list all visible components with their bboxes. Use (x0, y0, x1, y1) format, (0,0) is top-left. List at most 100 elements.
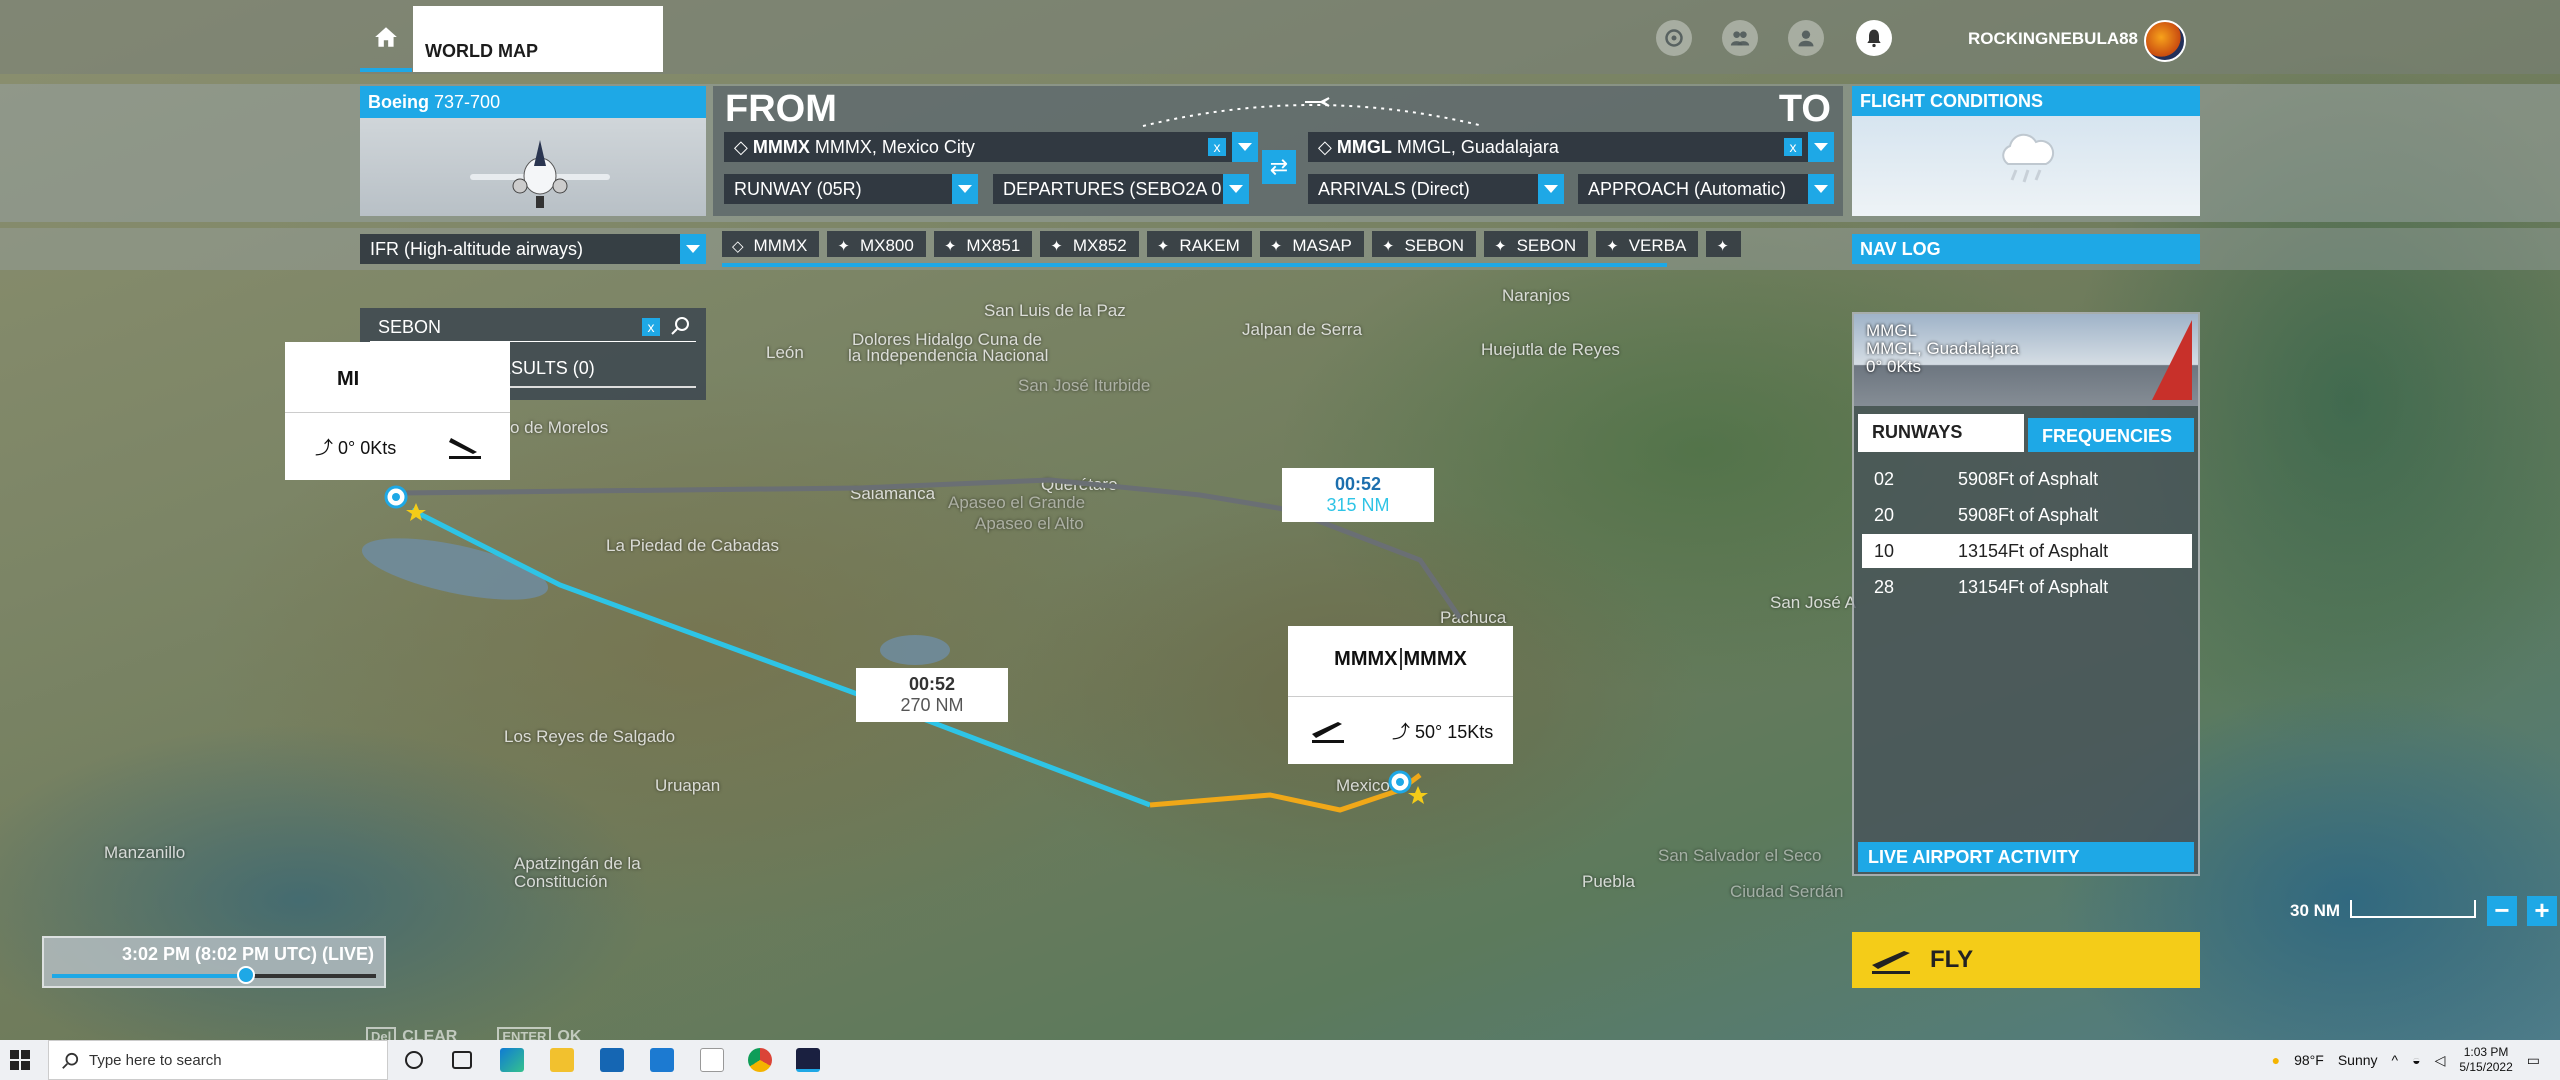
waypoint-item[interactable]: ◇ MMMX (722, 231, 820, 257)
notifications-button[interactable] (1856, 20, 1892, 56)
clear-search-button[interactable]: x (642, 318, 660, 336)
sun-icon: ● (2271, 1052, 2281, 1068)
waypoint-item-more[interactable]: ✦ (1706, 231, 1741, 257)
tab-runways[interactable]: RUNWAYS (1858, 414, 2024, 452)
map-scale-bar (2350, 900, 2476, 918)
notification-center-icon[interactable]: ▭ (2527, 1052, 2540, 1069)
waypoint-label: MX800 (859, 235, 914, 255)
volume-icon[interactable]: ◁ (2435, 1052, 2446, 1069)
taskbar-search-input[interactable]: Type here to search (48, 1040, 388, 1080)
approach-value: APPROACH (Automatic) (1588, 179, 1787, 199)
search-icon[interactable] (670, 316, 690, 336)
swap-airports-button[interactable]: ⇄ (1262, 150, 1296, 184)
to-label: TO (1778, 88, 1831, 130)
clear-arrival-button[interactable]: x (1784, 138, 1802, 156)
tab-world-map[interactable]: WORLD MAP (413, 6, 663, 72)
time-slider-handle[interactable] (237, 966, 256, 984)
runway-row[interactable]: 02 5908Ft of Asphalt (1862, 462, 2192, 496)
waypoint-icon: ✦ (837, 237, 850, 255)
waypoint-item[interactable]: ✦ MX852 (1040, 231, 1139, 257)
flight-simulator-icon[interactable] (796, 1048, 820, 1072)
fly-button[interactable]: FLY (1852, 932, 2200, 988)
leg-distance: 315 NM (1326, 495, 1390, 515)
waypoint-item[interactable]: ✦ VERBA (1596, 231, 1699, 257)
arrival-airport-field[interactable]: ◇ MMGL MMGL, Guadalajara x (1308, 132, 1834, 162)
runway-row[interactable]: 20 5908Ft of Asphalt (1862, 498, 2192, 532)
clock[interactable]: 1:03 PM 5/15/2022 (2459, 1045, 2512, 1075)
leg-info-card[interactable]: 00:52 315 NM (1282, 468, 1434, 522)
departure-airport-field[interactable]: ◇ MMMX MMMX, Mexico City x (724, 132, 1258, 162)
weather-temp[interactable]: 98°F (2294, 1052, 2324, 1068)
store-icon[interactable] (600, 1048, 624, 1072)
windows-start-icon[interactable] (10, 1050, 30, 1070)
time-slider[interactable] (52, 974, 376, 978)
clock-time: 1:03 PM (2463, 1045, 2509, 1059)
waypoint-icon: ✦ (1494, 237, 1507, 255)
waypoint-scroll-indicator[interactable] (722, 263, 1667, 267)
waypoint-item[interactable]: ✦ SEBON (1484, 231, 1589, 257)
runway-row[interactable]: 10 13154Ft of Asphalt (1862, 534, 2192, 568)
waypoint-icon: ✦ (1606, 237, 1619, 255)
file-explorer-icon[interactable] (550, 1048, 574, 1072)
leg-info-card[interactable]: 00:52 270 NM (856, 668, 1008, 722)
avatar[interactable] (2144, 20, 2186, 62)
live-airport-activity-button[interactable]: LIVE AIRPORT ACTIVITY (1858, 842, 2194, 872)
username[interactable]: ROCKINGNEBULA88 (1968, 29, 2138, 49)
destination-airport-card[interactable]: MMMX MMMX ⤴ 50° 15Kts (1288, 626, 1513, 764)
waypoint-item[interactable]: ✦ MX851 (933, 231, 1033, 257)
runway-dropdown-button[interactable] (952, 174, 978, 204)
runway-row[interactable]: 28 13154Ft of Asphalt (1862, 570, 2192, 604)
runway-select[interactable]: RUNWAY (05R) (724, 174, 978, 204)
aircraft-tail (2152, 320, 2192, 400)
arrival-dropdown-button[interactable] (1808, 132, 1834, 162)
waypoint-icon: ✦ (943, 237, 957, 255)
runway-id: 20 (1874, 504, 1895, 525)
clear-departure-button[interactable]: x (1208, 138, 1226, 156)
waypoint-label: MASAP (1292, 235, 1352, 255)
takeoff-icon (1872, 951, 1910, 974)
airport-info-panel: MMGL MMGL, Guadalajara 0° 0Kts RUNWAYS F… (1852, 312, 2200, 876)
network-icon[interactable]: ◒ (2412, 1052, 2420, 1068)
tab-frequencies[interactable]: FREQUENCIES (2028, 418, 2194, 452)
airport-icon: ◇ (732, 237, 744, 255)
edge-icon[interactable] (500, 1048, 524, 1072)
mail-icon[interactable] (650, 1048, 674, 1072)
time-of-day-panel: 3:02 PM (8:02 PM UTC) (LIVE) (42, 936, 386, 988)
waypoint-item[interactable]: ✦ RAKEM (1146, 231, 1252, 257)
arrival-code: MMGL (1336, 137, 1392, 157)
approach-dropdown-button[interactable] (1808, 174, 1834, 204)
arrivals-dropdown-button[interactable] (1538, 174, 1564, 204)
approach-select[interactable]: APPROACH (Automatic) (1578, 174, 1834, 204)
waypoint-item[interactable]: ✦ MASAP (1259, 231, 1364, 257)
profile-button[interactable] (1788, 20, 1824, 56)
flight-conditions-panel[interactable]: FLIGHT CONDITIONS (1852, 86, 2200, 216)
waypoint-label: MX851 (966, 235, 1021, 255)
home-button[interactable] (360, 6, 412, 72)
departure-dropdown-button[interactable] (1232, 132, 1258, 162)
chrome-icon[interactable] (748, 1048, 772, 1072)
origin-wind-value: 0° 0Kts (338, 438, 397, 458)
flight-type-select[interactable]: IFR (High-altitude airways) (360, 234, 706, 264)
arrivals-select[interactable]: ARRIVALS (Direct) (1308, 174, 1564, 204)
waypoint-item[interactable]: ✦ MX800 (827, 231, 926, 257)
task-view-icon[interactable] (452, 1051, 472, 1069)
zoom-in-button[interactable]: + (2527, 896, 2557, 926)
cloud-rain-icon (2002, 133, 2055, 183)
activity-button[interactable] (1656, 20, 1692, 56)
cortana-icon[interactable] (405, 1051, 423, 1069)
aircraft-selector[interactable]: Boeing 737-700 (360, 86, 706, 216)
departures-select[interactable]: DEPARTURES (SEBO2A 0 (993, 174, 1249, 204)
document-icon[interactable] (700, 1048, 724, 1072)
flight-type-dropdown-button[interactable] (680, 234, 706, 264)
home-icon (375, 27, 397, 47)
waypoint-item[interactable]: ✦ SEBON (1371, 231, 1476, 257)
origin-airport-card[interactable]: MI ⤴ 0° 0Kts (285, 342, 510, 480)
zoom-out-button[interactable]: − (2487, 896, 2517, 926)
friends-button[interactable] (1722, 20, 1758, 56)
departures-dropdown-button[interactable] (1223, 174, 1249, 204)
nav-log-button[interactable]: NAV LOG (1852, 234, 2200, 264)
departures-value: DEPARTURES (SEBO2A 0 (1003, 179, 1222, 199)
search-input[interactable]: SEBON x (370, 312, 696, 342)
weather-condition[interactable]: Sunny (2338, 1052, 2378, 1068)
chevron-up-icon[interactable]: ^ (2392, 1052, 2399, 1068)
